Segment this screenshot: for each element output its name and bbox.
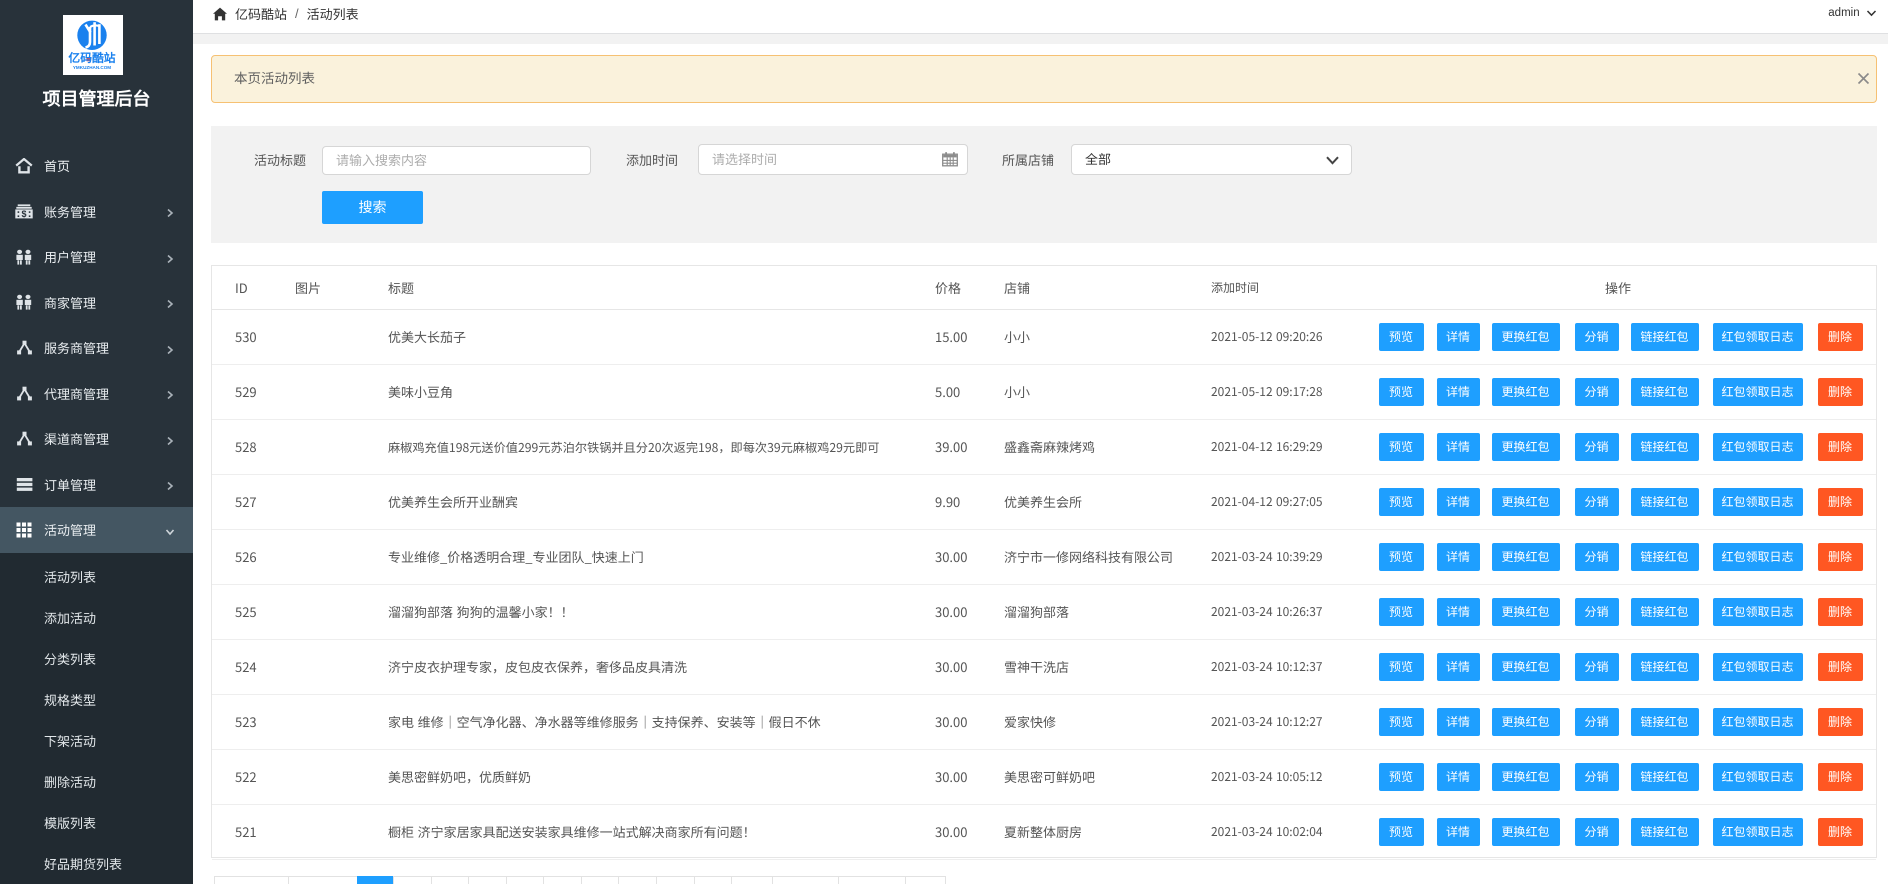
svg-text:$: $ (21, 209, 26, 219)
svg-text:亿码酷站: 亿码酷站 (68, 49, 115, 66)
svg-text:YMKUZHAN.COM: YMKUZHAN.COM (73, 65, 111, 70)
